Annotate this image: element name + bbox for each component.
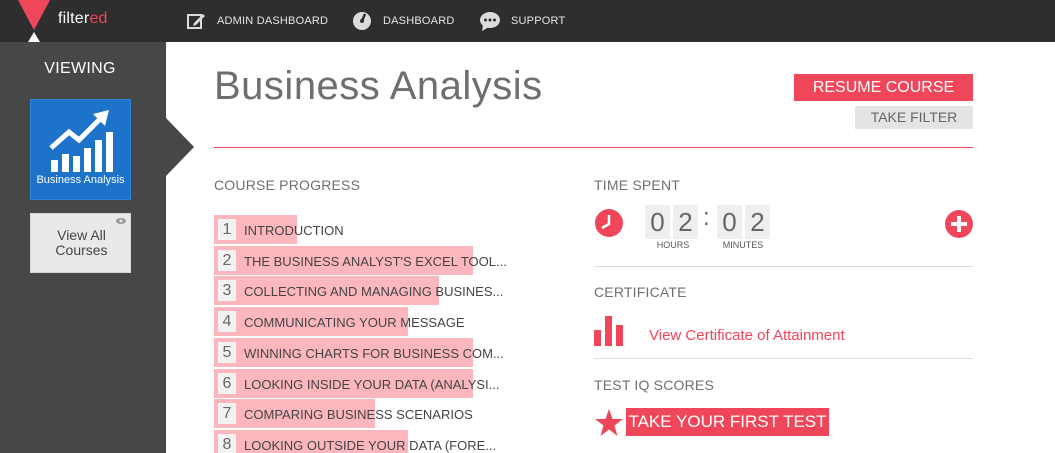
title-divider (214, 147, 973, 148)
minutes-digit: 0 (717, 205, 742, 239)
module-title: WINNING CHARTS FOR BUSINESS COM... (244, 346, 504, 361)
brand-logo[interactable]: filtered (58, 10, 108, 28)
module-number: 8 (218, 434, 236, 453)
module-row[interactable]: 3 COLLECTING AND MANAGING BUSINES... (214, 276, 503, 305)
viewing-label: VIEWING (44, 60, 116, 77)
module-title: LOOKING OUTSIDE YOUR DATA (FORE... (244, 438, 497, 453)
module-title: COMPARING BUSINESS SCENARIOS (244, 407, 473, 422)
minutes-digit: 2 (745, 205, 770, 239)
course-progress-heading: COURSE PROGRESS (214, 177, 361, 193)
hours-label: HOURS (656, 240, 690, 250)
module-title: COMMUNICATING YOUR MESSAGE (244, 315, 465, 330)
module-number: 4 (218, 311, 236, 332)
module-row[interactable]: 2 THE BUSINESS ANALYST'S EXCEL TOOL... (214, 246, 507, 275)
course-thumbnail[interactable]: Business Analysis (30, 99, 131, 200)
sidebar: VIEWING Business Analysis View All Cours… (0, 42, 166, 453)
module-title: INTRODUCTION (244, 223, 344, 238)
resume-course-button[interactable]: RESUME COURSE (794, 74, 973, 101)
logo-icon (18, 0, 50, 42)
nav-support[interactable]: SUPPORT (479, 8, 565, 34)
nav-admin-dashboard[interactable]: ADMIN DASHBOARD (185, 8, 328, 34)
module-number: 7 (218, 403, 236, 424)
module-number: 1 (218, 219, 236, 240)
time-separator: : (703, 204, 710, 231)
module-title: THE BUSINESS ANALYST'S EXCEL TOOL... (244, 254, 507, 269)
star-icon (595, 409, 623, 436)
brand-name-accent: ed (89, 10, 108, 27)
certificate-heading: CERTIFICATE (594, 284, 687, 300)
hours-digit: 0 (645, 205, 670, 239)
nav-label: DASHBOARD (383, 15, 455, 27)
sidebar-pointer (166, 118, 194, 176)
module-number: 3 (218, 280, 236, 301)
top-bar: filtered ADMIN DASHBOARD DASHBOARD SUPPO… (0, 0, 1055, 42)
view-all-courses-button[interactable]: View All Courses (30, 213, 131, 273)
chat-bubble-icon (479, 10, 501, 32)
test-iq-heading: TEST IQ SCORES (594, 377, 715, 393)
module-number: 6 (218, 373, 236, 394)
plus-circle-icon[interactable] (944, 209, 974, 239)
growth-chart-icon (49, 110, 113, 172)
module-number: 2 (218, 250, 236, 271)
edit-icon (185, 10, 207, 32)
time-spent-heading: TIME SPENT (594, 177, 681, 193)
nav-dashboard[interactable]: DASHBOARD (351, 8, 454, 34)
module-row[interactable]: 8 LOOKING OUTSIDE YOUR DATA (FORE... (214, 430, 496, 453)
take-first-test-button[interactable]: TAKE YOUR FIRST TEST (626, 408, 829, 436)
take-filter-button[interactable]: TAKE FILTER (855, 106, 973, 129)
brand-name-main: filter (58, 10, 90, 27)
minutes-label: MINUTES (722, 240, 764, 250)
module-number: 5 (218, 342, 236, 363)
view-certificate-link[interactable]: View Certificate of Attainment (649, 327, 845, 344)
nav-label: SUPPORT (511, 15, 566, 27)
view-all-courses-label: View All Courses (55, 227, 108, 258)
page-title: Business Analysis (214, 64, 543, 108)
clock-icon (595, 209, 623, 237)
course-thumbnail-label: Business Analysis (36, 174, 125, 186)
module-row[interactable]: 5 WINNING CHARTS FOR BUSINESS COM... (214, 338, 504, 367)
module-row[interactable]: 4 COMMUNICATING YOUR MESSAGE (214, 307, 473, 336)
module-row[interactable]: 7 COMPARING BUSINESS SCENARIOS (214, 399, 473, 428)
module-title: COLLECTING AND MANAGING BUSINES... (244, 284, 504, 299)
module-row[interactable]: 1 INTRODUCTION (214, 215, 473, 244)
section-divider (594, 358, 973, 359)
nav-label: ADMIN DASHBOARD (217, 15, 329, 27)
eye-icon (116, 218, 126, 224)
module-row[interactable]: 6 LOOKING INSIDE YOUR DATA (ANALYSI... (214, 369, 500, 398)
gauge-icon (351, 10, 373, 32)
section-divider (594, 266, 973, 267)
bar-chart-icon (594, 316, 623, 346)
hours-digit: 2 (673, 205, 698, 239)
module-title: LOOKING INSIDE YOUR DATA (ANALYSI... (244, 377, 500, 392)
